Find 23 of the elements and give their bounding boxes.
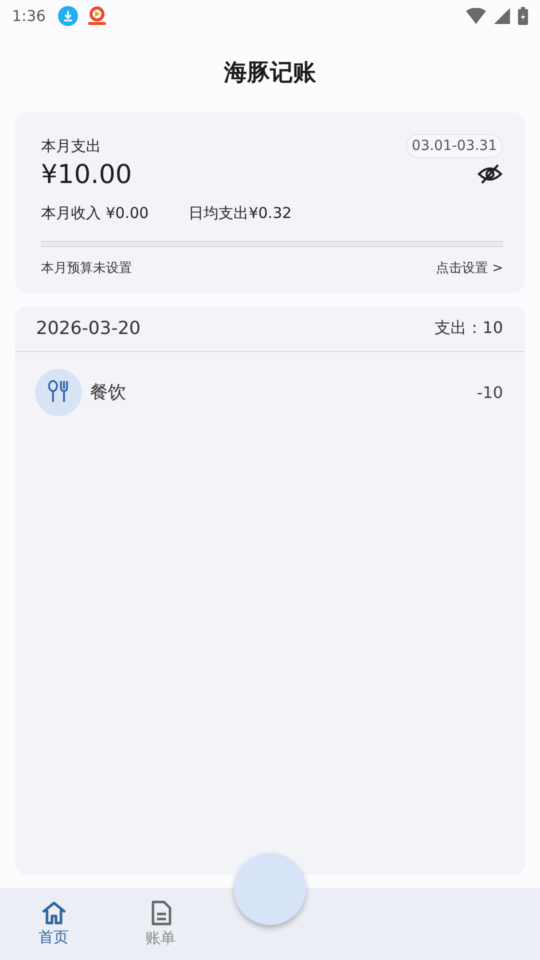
set-budget-link[interactable]: 点击设置 > xyxy=(436,259,503,277)
battery-icon xyxy=(518,7,528,25)
budget-status: 本月预算未设置 xyxy=(41,260,132,277)
daily-average-text: 日均支出¥0.32 xyxy=(188,204,292,223)
expense-label: 本月支出 xyxy=(41,136,101,156)
category-name: 餐饮 xyxy=(90,381,127,404)
app-title: 海豚记账 xyxy=(224,58,316,88)
signal-icon xyxy=(494,8,510,24)
income-text: 本月收入 ¥0.00 xyxy=(41,204,149,223)
wifi-icon xyxy=(466,8,486,24)
document-icon xyxy=(150,900,172,926)
expense-amount: ¥10.00 xyxy=(41,160,132,190)
download-icon xyxy=(58,6,78,26)
eye-off-icon[interactable] xyxy=(477,163,503,185)
nav-tab[interactable]: 首页 xyxy=(0,888,107,960)
cutlery-icon xyxy=(35,368,82,416)
entry-amount: -10 xyxy=(476,382,503,402)
day-expense-total: 支出：10 xyxy=(434,318,503,339)
home-icon xyxy=(40,901,66,925)
status-time: 1:36 xyxy=(12,7,46,25)
app-notification-icon xyxy=(86,6,108,26)
date-heading: 2026-03-20 xyxy=(36,318,141,339)
date-range-chip[interactable]: 03.01-03.31 xyxy=(406,134,503,158)
